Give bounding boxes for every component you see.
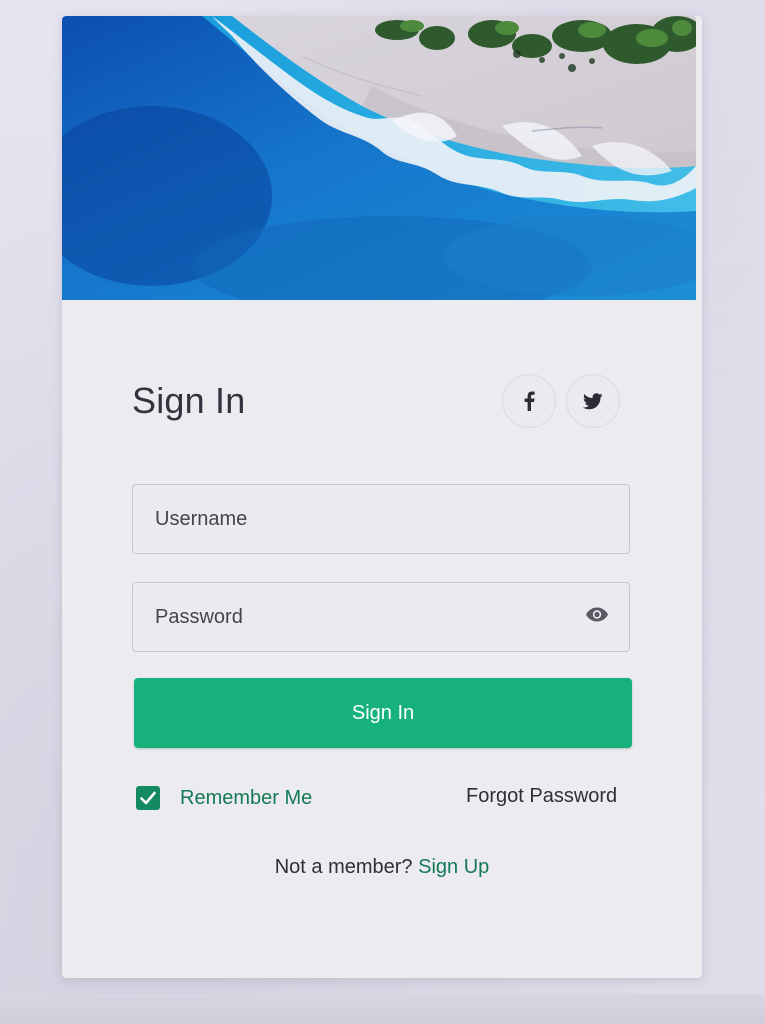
password-input[interactable] — [133, 583, 629, 651]
page-title: Sign In — [132, 380, 246, 421]
facebook-icon — [524, 391, 535, 411]
signup-prompt: Not a member? Sign Up — [62, 856, 702, 879]
username-field-wrapper — [132, 484, 630, 554]
sign-in-card: Sign In Sign In Remember Me — [62, 16, 702, 978]
checkbox-checked-icon[interactable] — [136, 786, 160, 810]
facebook-login-button[interactable] — [502, 374, 556, 428]
remember-me-checkbox[interactable]: Remember Me — [136, 786, 312, 810]
screen-bottom-edge — [0, 994, 765, 1024]
forgot-password-link[interactable]: Forgot Password — [466, 785, 617, 808]
eye-icon[interactable] — [585, 607, 609, 628]
sign-in-button[interactable]: Sign In — [134, 678, 632, 748]
beach-aerial-image — [62, 16, 696, 300]
sign-up-link[interactable]: Sign Up — [418, 856, 489, 878]
twitter-login-button[interactable] — [566, 374, 620, 428]
twitter-icon — [583, 392, 603, 409]
member-prompt-text: Not a member? — [274, 856, 413, 878]
username-input[interactable] — [133, 485, 629, 553]
password-field-wrapper — [132, 582, 630, 652]
remember-me-label: Remember Me — [180, 786, 313, 809]
